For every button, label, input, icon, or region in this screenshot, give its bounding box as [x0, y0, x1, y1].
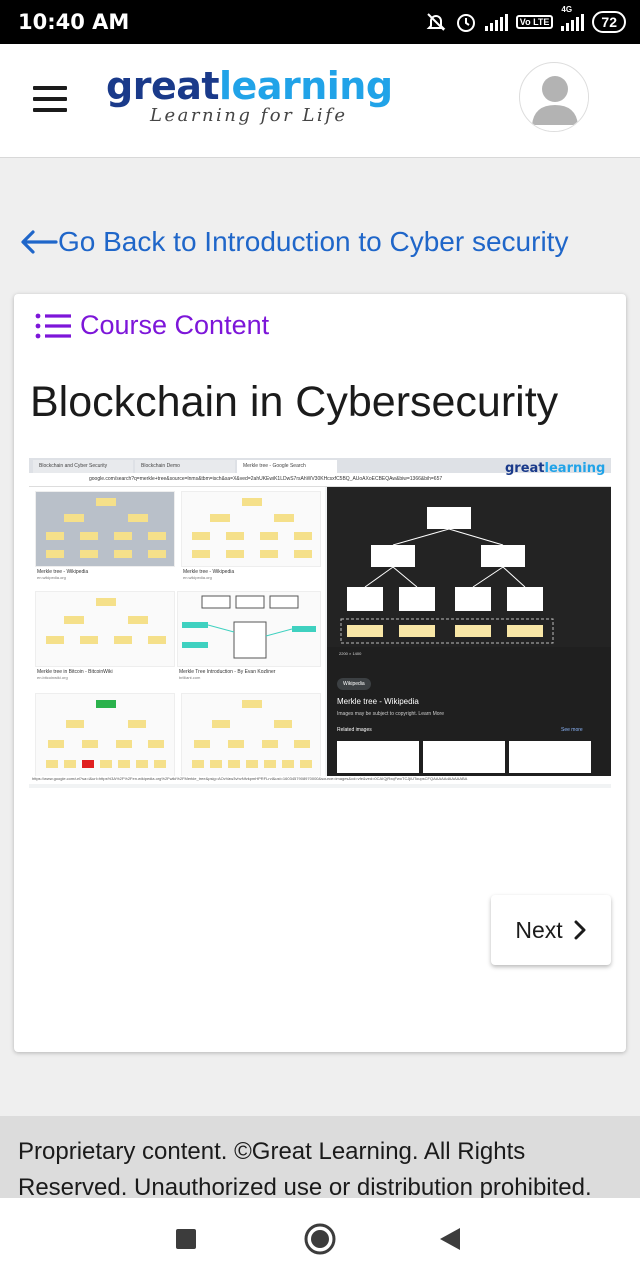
browser-tab: Blockchain Demo — [135, 460, 235, 473]
logo-tagline: Learning for Life — [150, 105, 348, 126]
browser-url: google.com/search?q=merkle+tree&source=l… — [89, 476, 443, 482]
footer: Proprietary content. ©Great Learning. Al… — [0, 1116, 640, 1198]
list-icon — [35, 313, 71, 338]
mute-icon — [426, 13, 446, 31]
status-time: 10:40 AM — [18, 10, 130, 34]
browser-status-url: https://www.google.com/url?sa=i&url=http… — [29, 776, 611, 784]
merkle-tree-thumbnail — [181, 491, 321, 567]
back-triangle-icon[interactable] — [438, 1226, 462, 1252]
course-content-button[interactable]: Course Content — [34, 310, 269, 341]
footer-copyright-text: Proprietary content. ©Great Learning. Al… — [18, 1138, 592, 1198]
browser-tab: Merkle tree - Google Search — [237, 460, 337, 473]
logo-text-learning: learning — [219, 64, 393, 108]
alarm-icon — [456, 14, 475, 32]
browser-tab: Blockchain and Cyber Security — [33, 460, 133, 473]
user-avatar-icon[interactable] — [519, 62, 589, 132]
course-content-label: Course Content — [80, 310, 270, 340]
related-image-thumb — [337, 741, 419, 773]
screenshot-greatlearning-logo: greatlearning — [505, 461, 606, 476]
back-link-label: Go Back to Introduction to Cyber securit… — [58, 226, 569, 257]
preview-title: Merkle tree - Wikipedia — [337, 697, 419, 706]
arrow-left-icon — [21, 230, 58, 254]
app-header: greatlearning Learning for Life — [0, 44, 640, 158]
thumbnail-caption: Merkle tree - Wikipedia en.wikipedia.org — [37, 569, 89, 580]
merkle-tree-thumbnail — [35, 491, 175, 567]
status-bar: 10:40 AM Vo LTE 4G 72 — [0, 0, 640, 44]
related-image-thumb — [423, 741, 505, 773]
volte-icon: Vo LTE — [515, 15, 554, 29]
related-images-label: Related images — [337, 727, 372, 733]
4g-signal-icon: 4G — [561, 5, 585, 31]
image-size: 2200 × 1400 — [339, 651, 362, 656]
related-image-thumb — [509, 741, 591, 773]
merkle-tree-thumbnail — [181, 693, 321, 777]
home-circle-icon[interactable] — [302, 1221, 338, 1257]
logo-text-great: great — [106, 64, 220, 108]
copyright-note: Images may be subject to copyright. Lear… — [337, 711, 444, 717]
hamburger-menu-icon[interactable] — [33, 86, 67, 112]
thumbnail-caption: Merkle tree - Wikipedia en.wikipedia.org — [183, 569, 235, 580]
wikipedia-chip: Wikipedia — [337, 678, 371, 690]
next-button-label: Next — [515, 916, 563, 943]
next-button[interactable]: Next — [491, 895, 611, 965]
lesson-card: Course Content Blockchain in Cybersecuri… — [14, 294, 626, 1052]
merkle-tree-thumbnail — [35, 693, 175, 777]
status-icons: Vo LTE 4G 72 — [425, 5, 626, 35]
image-results-grid: Merkle tree - Wikipedia en.wikipedia.org … — [29, 487, 325, 777]
chevron-right-icon — [574, 920, 586, 940]
thumbnail-caption: Merkle Tree Introduction - By Evan Kozli… — [179, 669, 276, 680]
lesson-screenshot: Blockchain and Cyber Security Blockchain… — [29, 458, 611, 788]
signal-icon — [484, 13, 508, 31]
back-to-introduction-link[interactable]: Go Back to Introduction to Cyber securit… — [18, 226, 568, 258]
see-more-link: See more — [561, 727, 583, 733]
battery-icon: 72 — [592, 11, 626, 33]
merkle-tree-thumbnail — [35, 591, 175, 667]
greatlearning-logo[interactable]: greatlearning Learning for Life — [106, 64, 393, 126]
recents-square-icon[interactable] — [174, 1227, 198, 1251]
lesson-title: Blockchain in Cybersecurity — [30, 378, 559, 426]
image-preview-panel: 2200 × 1400 Wikipedia Merkle tree - Wiki… — [327, 487, 611, 777]
system-navigation-bar — [0, 1198, 640, 1280]
thumbnail-caption: Merkle tree in Bitcoin - BitcoinWiki en.b… — [37, 669, 113, 680]
merkle-tree-thumbnail — [177, 591, 321, 667]
merkle-tree-preview-image — [327, 487, 611, 647]
